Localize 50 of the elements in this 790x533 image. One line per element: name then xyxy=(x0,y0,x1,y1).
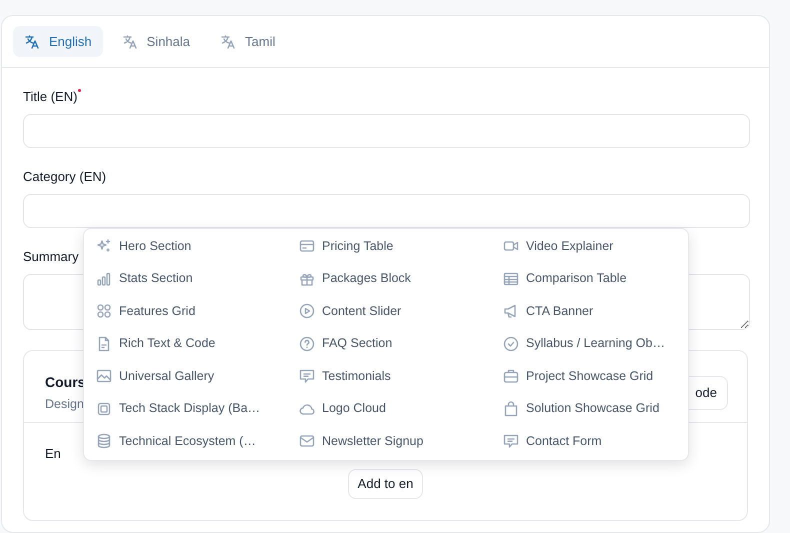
help-circle-icon xyxy=(299,336,315,352)
block-menu-item[interactable]: Features Grid xyxy=(84,295,287,328)
shopping-bag-icon xyxy=(503,400,519,417)
speech-bubble-icon xyxy=(503,433,519,450)
play-circle-icon xyxy=(299,303,315,320)
block-menu-item[interactable]: Technical Ecosystem (… xyxy=(84,425,287,458)
block-menu-item[interactable]: Rich Text & Code xyxy=(84,328,287,360)
language-tab[interactable]: Tamil xyxy=(209,26,286,57)
envelope-icon xyxy=(299,433,315,450)
field-label: Category (EN) xyxy=(23,168,106,185)
briefcase-icon xyxy=(503,368,519,384)
block-menu-item[interactable]: Newsletter Signup xyxy=(287,425,491,458)
block-menu-item[interactable]: Testimonials xyxy=(287,360,491,392)
bar-chart-icon xyxy=(96,270,112,287)
block-menu-item[interactable]: Syllabus / Learning Ob… xyxy=(491,328,690,360)
document-icon xyxy=(96,336,112,352)
translate-icon xyxy=(220,34,236,50)
block-menu-item[interactable]: Packages Block xyxy=(287,262,491,295)
grid-icon xyxy=(96,303,112,320)
block-menu-item[interactable]: CTA Banner xyxy=(491,295,690,328)
block-menu-item[interactable]: FAQ Section xyxy=(287,328,491,360)
field-label: Summary xyxy=(23,248,79,265)
block-menu-item[interactable]: Universal Gallery xyxy=(84,360,287,392)
database-icon xyxy=(96,433,112,450)
translate-icon xyxy=(24,34,40,50)
block-menu-item[interactable]: Contact Form xyxy=(491,425,690,458)
block-menu-item[interactable]: Logo Cloud xyxy=(287,392,491,425)
chip-icon xyxy=(96,400,112,417)
speech-bubble-icon xyxy=(299,368,315,384)
field-label: Title (EN) xyxy=(23,88,82,105)
block-menu-item[interactable]: Hero Section xyxy=(84,230,287,262)
sparkle-icon xyxy=(96,238,112,254)
check-circle-icon xyxy=(503,336,519,352)
input-field[interactable] xyxy=(23,194,750,228)
block-menu-item[interactable]: Content Slider xyxy=(287,295,491,328)
language-tab[interactable]: English xyxy=(13,26,103,57)
section-subtitle: Design xyxy=(45,396,85,413)
block-menu-item[interactable]: Video Explainer xyxy=(491,230,690,262)
block-menu-item[interactable]: Stats Section xyxy=(84,262,287,295)
input-field[interactable] xyxy=(23,114,750,148)
block-menu-item[interactable]: Pricing Table xyxy=(287,230,491,262)
card-icon xyxy=(299,238,315,254)
add-button[interactable]: Add to en xyxy=(348,469,424,499)
block-menu-item[interactable]: Tech Stack Display (Ba… xyxy=(84,392,287,425)
language-tab[interactable]: Sinhala xyxy=(110,26,202,57)
translate-icon xyxy=(122,34,138,50)
image-icon xyxy=(96,368,112,384)
table-icon xyxy=(503,270,519,287)
row-label: En xyxy=(45,445,61,463)
block-menu-item[interactable]: Comparison Table xyxy=(491,262,690,295)
